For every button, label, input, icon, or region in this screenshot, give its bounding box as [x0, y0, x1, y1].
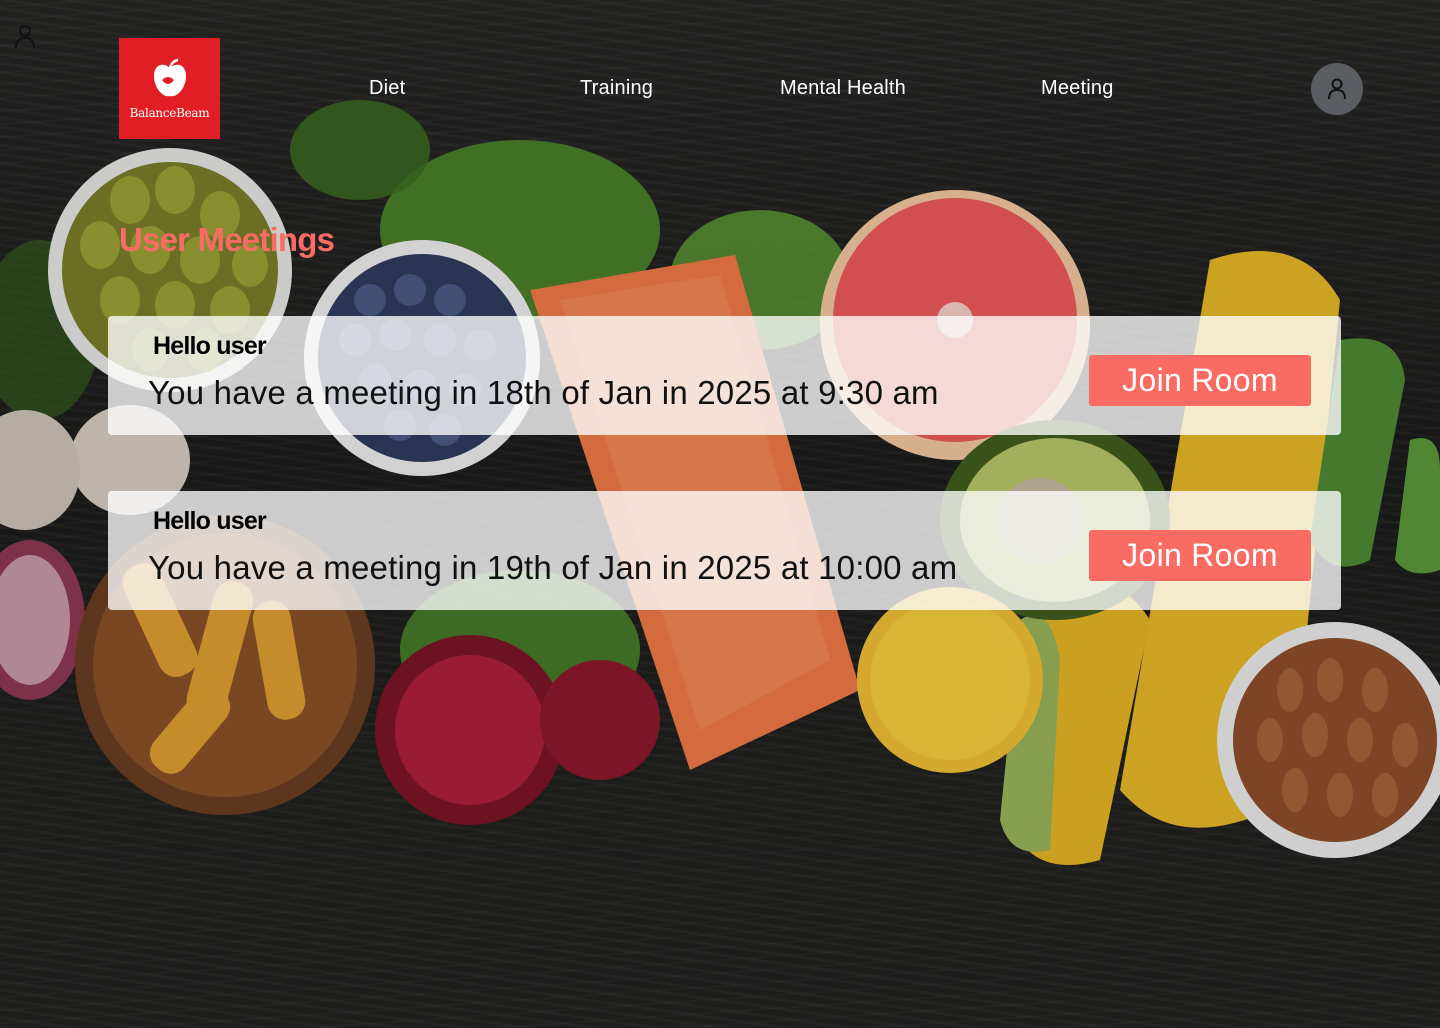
meeting-message: You have a meeting in 18th of Jan in 202…: [148, 374, 939, 411]
nav-item-meeting[interactable]: Meeting: [1041, 77, 1114, 100]
meeting-card: Hello user You have a meeting in 18th of…: [108, 316, 1341, 435]
nav-item-diet[interactable]: Diet: [369, 77, 405, 100]
join-room-button[interactable]: Join Room: [1089, 355, 1311, 406]
meeting-greeting: Hello user: [153, 332, 267, 360]
nav-item-mental-health[interactable]: Mental Health: [780, 77, 906, 100]
brand-name: BalanceBeam: [129, 105, 210, 120]
nav-item-training[interactable]: Training: [580, 77, 653, 100]
meeting-message: You have a meeting in 19th of Jan in 202…: [148, 549, 958, 586]
apple-logo-icon: [153, 58, 186, 96]
profile-button[interactable]: [1311, 63, 1363, 115]
meeting-greeting: Hello user: [153, 507, 267, 535]
brand-logo[interactable]: BalanceBeam: [119, 38, 220, 139]
page-title: User Meetings: [119, 221, 335, 258]
user-icon[interactable]: [14, 24, 36, 50]
meeting-card: Hello user You have a meeting in 19th of…: [108, 491, 1341, 610]
join-room-button[interactable]: Join Room: [1089, 530, 1311, 581]
user-icon: [1328, 78, 1346, 100]
